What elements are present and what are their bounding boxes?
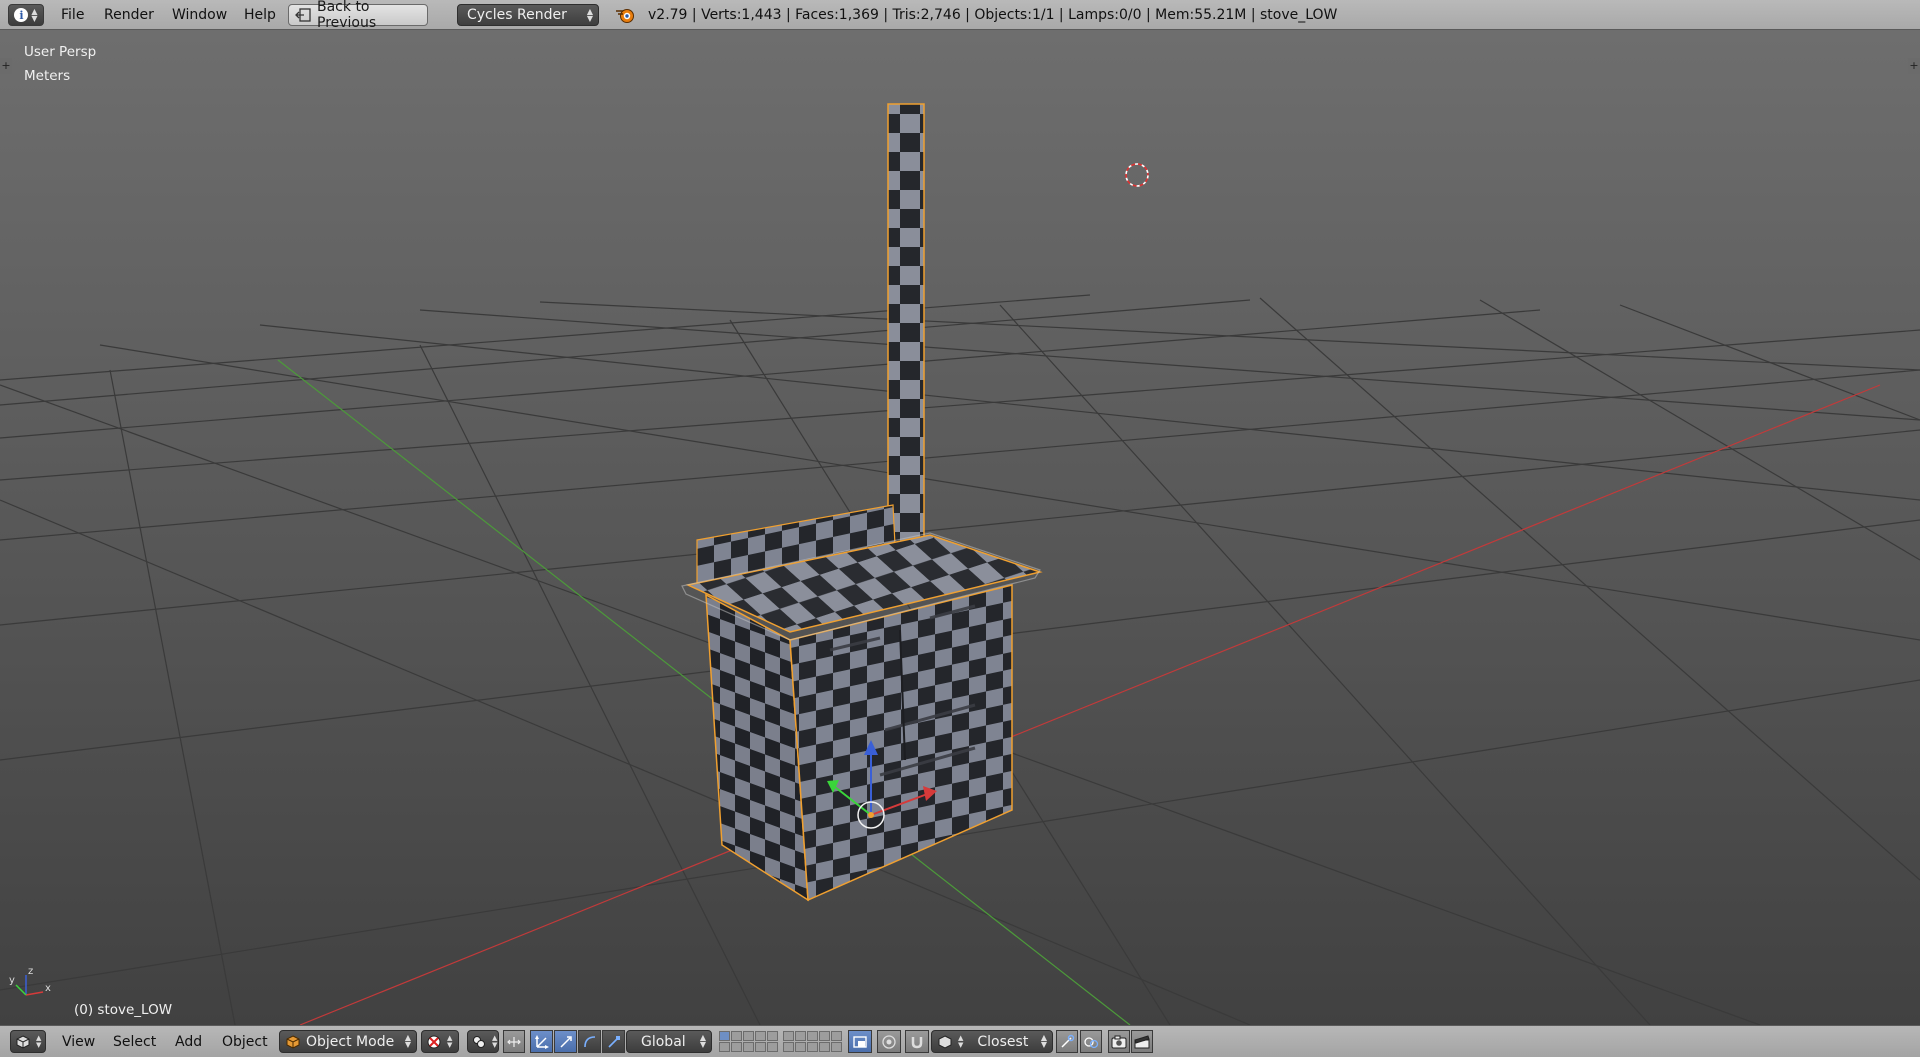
render-engine-label: Cycles Render [467, 7, 567, 23]
info-header: i ▲ ▼ File Render Window Help Back to Pre… [0, 0, 1920, 31]
transform-orientation-select[interactable]: Global ▲ ▼ [626, 1030, 712, 1053]
snap-align-rotation-button[interactable] [1056, 1030, 1078, 1053]
editor-type-button[interactable]: ▲ ▼ [10, 1030, 46, 1053]
updown-arrows-icon: ▲ ▼ [31, 7, 38, 23]
toolshelf-toggle[interactable]: + [0, 58, 12, 74]
opengl-render-animation-button[interactable] [1131, 1030, 1153, 1053]
back-to-previous-button[interactable]: Back to Previous [288, 0, 428, 31]
updown-arrows-icon: ▲ ▼ [404, 1033, 411, 1049]
snap-target-select[interactable]: ▲ ▼ Closest ▲ ▼ [931, 1030, 1053, 1053]
axis-z-label: z [28, 966, 33, 977]
blender-logo-icon [616, 9, 634, 23]
shading-icon [427, 1035, 441, 1048]
snap-project-button[interactable] [1080, 1030, 1102, 1053]
view-name: User Persp [24, 44, 97, 60]
chimney-pipe [887, 103, 925, 551]
scene-canvas[interactable]: z x y [0, 30, 1920, 1025]
back-button-label: Back to Previous [317, 0, 377, 31]
manipulator-icon [507, 1036, 521, 1047]
scale-tool-button[interactable] [602, 1030, 625, 1053]
rotate-arc-icon [583, 1035, 595, 1047]
properties-toggle[interactable]: + [1908, 58, 1920, 74]
pivot-icon [473, 1035, 485, 1048]
menu-view[interactable]: View [62, 1034, 95, 1050]
layers-group-1[interactable] [719, 1031, 778, 1052]
3d-viewport[interactable]: z x y User Persp Meters (0) stove_LOW + … [0, 30, 1920, 1025]
layers-lock-icon [853, 1035, 867, 1048]
updown-arrows-icon: ▲ ▼ [447, 1033, 453, 1049]
menu-add[interactable]: Add [175, 1034, 202, 1050]
lock-camera-layers-button[interactable] [848, 1030, 872, 1053]
orientation-label: Global [641, 1033, 686, 1050]
snap-project-icon [1084, 1036, 1099, 1048]
axis-y-label: y [9, 975, 15, 986]
cube-icon [16, 1034, 30, 1049]
snap-toggle-button[interactable] [905, 1030, 929, 1053]
clapperboard-icon [1134, 1034, 1150, 1048]
translate-icon [534, 1034, 549, 1049]
magnet-icon [911, 1036, 923, 1048]
updown-arrows-icon: ▲ ▼ [492, 1033, 498, 1049]
opengl-render-image-button[interactable] [1108, 1030, 1130, 1053]
align-rotation-icon [1061, 1034, 1075, 1048]
viewport-shading-select[interactable]: ▲ ▼ [421, 1030, 459, 1053]
3d-view-header: ▲ ▼ View Select Add Object Object Mode ▲ ▼… [0, 1025, 1920, 1057]
layers-group-2[interactable] [783, 1031, 842, 1052]
snap-element-icon [938, 1034, 952, 1049]
scale-icon [607, 1035, 620, 1048]
stove-object[interactable] [681, 103, 1043, 902]
scene-statistics: v2.79 | Verts:1,443 | Faces:1,369 | Tris… [648, 7, 1338, 23]
mode-label: Object Mode [306, 1033, 395, 1050]
proportional-editing-button[interactable] [877, 1030, 901, 1053]
menu-file[interactable]: File [61, 7, 84, 23]
updown-arrows-icon: ▲ ▼ [958, 1033, 964, 1049]
updown-arrows-icon: ▲ ▼ [586, 7, 593, 23]
menu-object[interactable]: Object [222, 1034, 268, 1050]
unit-system: Meters [24, 68, 71, 84]
x-axis-line [299, 384, 1881, 1025]
back-arrow-icon [295, 8, 311, 22]
rotate-icon [559, 1035, 572, 1048]
camera-icon [1111, 1035, 1127, 1048]
menu-help[interactable]: Help [244, 7, 276, 23]
rotate-tool-button[interactable] [578, 1030, 601, 1053]
menu-select[interactable]: Select [113, 1034, 156, 1050]
rotate-manipulator-button[interactable] [554, 1030, 577, 1053]
active-object-info: (0) stove_LOW [74, 1002, 173, 1018]
render-engine-select[interactable]: Cycles Render ▲ ▼ [457, 4, 599, 26]
object-mode-icon [286, 1034, 300, 1049]
object-origin [868, 812, 874, 818]
mode-select[interactable]: Object Mode ▲ ▼ [279, 1030, 417, 1053]
updown-arrows-icon: ▲ ▼ [36, 1033, 42, 1049]
menu-render[interactable]: Render [104, 7, 154, 23]
info-icon: i [14, 8, 29, 22]
manipulator-toggle-button[interactable] [503, 1030, 525, 1053]
pivot-point-select[interactable]: ▲ ▼ [467, 1030, 499, 1053]
updown-arrows-icon: ▲ ▼ [1040, 1033, 1047, 1049]
snap-target-label: Closest [977, 1033, 1029, 1050]
editor-type-button[interactable]: i ▲ ▼ [8, 4, 44, 26]
translate-manipulator-button[interactable] [530, 1030, 553, 1053]
updown-arrows-icon: ▲ ▼ [699, 1033, 706, 1049]
3d-cursor-icon[interactable] [1125, 163, 1149, 187]
menu-window[interactable]: Window [172, 7, 227, 23]
proportional-edit-icon [882, 1034, 896, 1049]
axis-x-label: x [45, 983, 51, 994]
